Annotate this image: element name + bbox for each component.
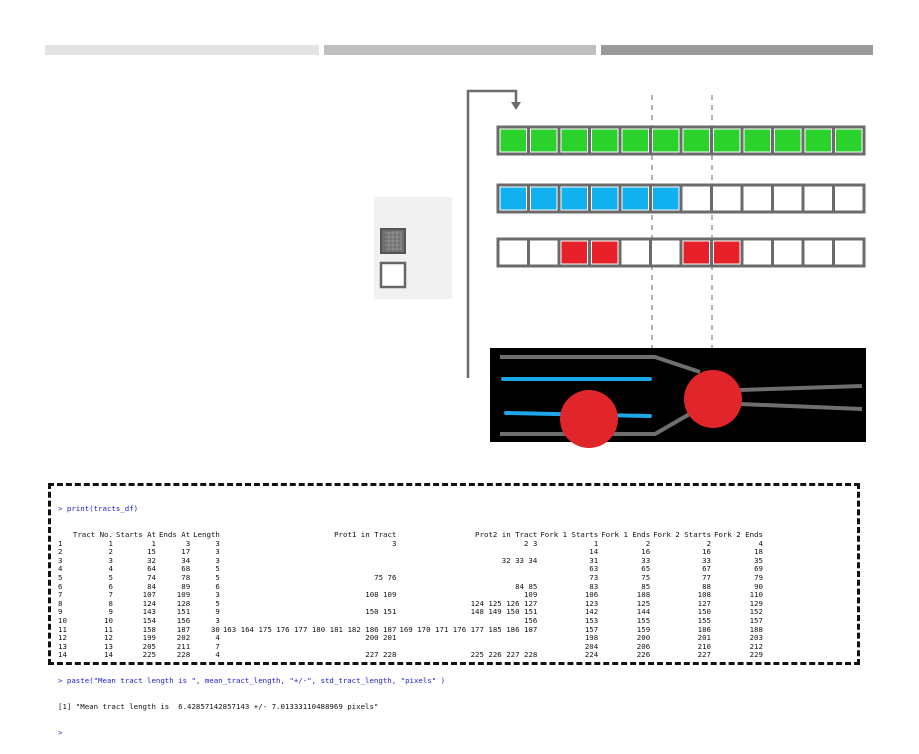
table-cell [223,557,400,566]
red-track-cell-12 [836,241,862,264]
fork-red-dot-1 [684,370,742,428]
blue-track-cell-3 [561,187,587,210]
blue-track-cell-11 [805,187,831,210]
table-cell: 225 226 227 228 [470,650,538,660]
fork-red-dot-2 [560,390,618,448]
green-track-cell-8 [714,129,740,152]
table-cell: 108 109 [365,590,397,600]
column-header: Fork 1 Starts [540,529,599,539]
blue-track-cell-9 [744,187,770,210]
green-track-cell-4 [592,129,618,152]
table-row: 11 11 158 187 30 163 164 175 176 177 180 181 … [58,624,766,635]
green-track-cell-1 [500,129,526,152]
table-cell: 169 170 171 176 177 185 186 187 [399,624,538,634]
red-track-cell-10 [775,241,801,264]
blue-track-cell-2 [531,187,557,210]
blue-track-cell-8 [714,187,740,210]
table-cell [223,548,400,557]
table-cell: 226 [636,650,651,660]
blue-track-cell-4 [592,187,618,210]
red-track-cell-6 [653,241,679,264]
table-row: 5 5 74 78 5 75 76 73 75 77 79 [58,572,766,583]
red-track-cell-9 [744,241,770,264]
table-cell: 4 [215,650,220,660]
hatched-square-icon [380,228,406,254]
blue-track [496,183,866,214]
table-cell: 3 [391,538,397,548]
red-track-cell-7 [683,241,709,264]
table-cell: 229 [749,650,763,660]
red-track-cell-4 [592,241,618,264]
table-cell: 225 [142,650,156,660]
table-cell: 224 [584,650,599,660]
table-cell: 2 3 [523,538,538,548]
table-cell: 32 33 34 [501,555,538,565]
table-cell: 14 [104,650,113,660]
table-row: 13 13 205 211 7 204 206 210 212 [58,642,766,652]
green-track [496,125,866,156]
table-row: 12 12 199 202 4 200 201 198 200 201 203 [58,633,766,643]
table-cell [399,634,540,643]
table-row: 14 14 225 228 4 227 228 225 226 227 228 224 226 2… [58,651,766,660]
green-track-cell-3 [561,129,587,152]
green-track-cell-5 [622,129,648,152]
blue-track-cell-7 [683,187,709,210]
table-cell: 75 76 [374,572,397,582]
blue-track-cell-1 [500,187,526,210]
table-cell: 228 [176,650,191,660]
table-row: 2 2 15 17 3 14 16 16 18 [58,548,766,557]
column-header: Prot1 in Tract [334,529,397,539]
table-row: 1113332 31224 [58,538,766,549]
table-cell [399,565,540,574]
console-prompt[interactable]: > [58,728,851,738]
table-cell: 200 201 [365,633,397,643]
red-track-cell-8 [714,241,740,264]
red-track-cell-2 [531,241,557,264]
green-track-cell-6 [653,129,679,152]
blue-track-cell-5 [622,187,648,210]
blue-track-cell-10 [775,187,801,210]
red-track [496,237,866,268]
tracts-table: Tract No. Starts At Ends At Length Prot1 in … [58,529,766,660]
blue-track-cell-12 [836,187,862,210]
r-console: > print(tracts_df) Tract No. Starts At End… [48,483,860,736]
green-track-cell-9 [744,129,770,152]
column-header: Fork 2 Starts [653,529,712,539]
table-row: 8 8 124 128 5 124 125 126 127 123 125 127 129 [58,599,766,609]
green-track-cell-11 [805,129,831,152]
red-track-cell-5 [622,241,648,264]
table-cell: 227 228 [365,650,397,660]
red-track-cell-1 [500,241,526,264]
column-header: Prot2 in Tract [475,529,538,539]
table-cell: 84 85 [515,581,538,591]
table-row: 9 9 143 151 9 150 151 148 149 150 151 142 144 150… [58,608,766,617]
arrow-head-icon [511,102,521,110]
table-cell [223,565,400,574]
table-cell: 227 [697,650,712,660]
console-command-print: > print(tracts_df) [58,504,139,514]
red-track-cell-11 [805,241,831,264]
red-track-cell-3 [561,241,587,264]
table-row: 4 4 64 68 5 63 65 67 69 [58,565,766,574]
blue-track-cell-6 [653,187,679,210]
console-command-paste: > paste("Mean tract length is ", mean_tr… [58,676,446,686]
table-cell: 150 151 [365,607,397,617]
table-row: 6 6 84 89 6 84 85 83 85 88 90 [58,581,766,592]
table-cell: 14 [58,650,67,660]
fork-image [490,348,866,448]
console-result: [1] "Mean tract length is 6.428571428571… [58,701,379,711]
tract-diagram [374,89,866,448]
green-track-cell-2 [531,129,557,152]
table-row: 7 7 107 109 3 108 109 109 106 108 108 110 [58,591,766,600]
green-track-cell-10 [775,129,801,152]
empty-square-icon [379,261,407,289]
table-row: 3 3 32 34 3 32 33 34 31 33 33 35 [58,555,766,566]
table-cell: 148 149 150 151 [470,607,538,617]
green-track-cell-7 [683,129,709,152]
green-track-cell-12 [836,129,862,152]
